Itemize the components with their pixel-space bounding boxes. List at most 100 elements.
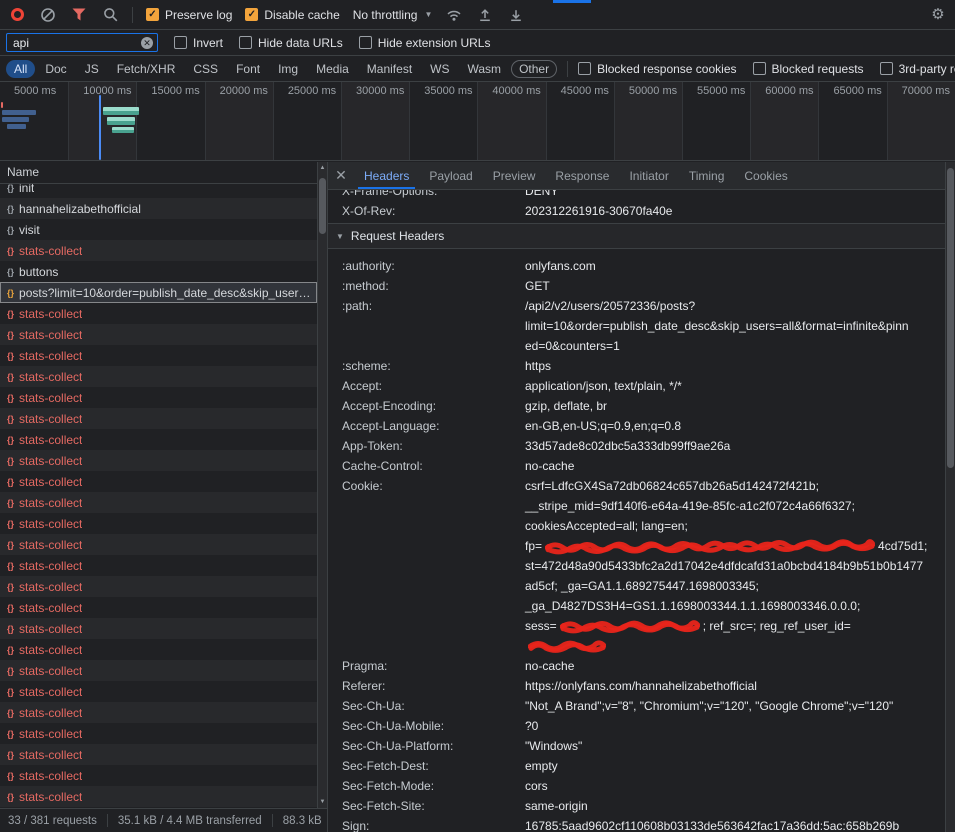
header-name: :scheme: [328, 356, 525, 376]
header-value: onlyfans.com [525, 256, 945, 276]
tab-preview[interactable]: Preview [483, 162, 546, 189]
clear-filter-icon[interactable]: ✕ [141, 37, 153, 49]
request-row[interactable]: {}stats-collect [0, 555, 317, 576]
waterfall-overview[interactable]: 5000 ms10000 ms15000 ms20000 ms25000 ms3… [0, 82, 955, 161]
overview-activity-bar [7, 124, 26, 129]
request-row[interactable]: {}stats-collect [0, 450, 317, 471]
request-row[interactable]: {}stats-collect [0, 408, 317, 429]
filter-pill-css[interactable]: CSS [185, 60, 226, 78]
tab-headers[interactable]: Headers [354, 162, 419, 189]
filter-pill-wasm[interactable]: Wasm [460, 60, 510, 78]
tab-timing[interactable]: Timing [679, 162, 735, 189]
filter-pill-all[interactable]: All [6, 60, 35, 78]
request-row[interactable]: {}stats-collect [0, 492, 317, 513]
record-button[interactable] [8, 6, 26, 24]
header-value: en-GB,en-US;q=0.9,en;q=0.8 [525, 416, 945, 436]
scrollbar-thumb[interactable] [319, 178, 326, 234]
request-row[interactable]: {}stats-collect [0, 387, 317, 408]
filter-pill-other[interactable]: Other [511, 60, 557, 78]
filter-pill-doc[interactable]: Doc [37, 60, 74, 78]
blocked-response-cookies-checkbox[interactable]: Blocked response cookies [578, 62, 736, 76]
request-name: stats-collect [19, 643, 82, 657]
request-row[interactable]: {}stats-collect [0, 471, 317, 492]
request-row[interactable]: {}stats-collect [0, 303, 317, 324]
request-row[interactable]: {}stats-collect [0, 660, 317, 681]
header-row: Accept-Encoding:gzip, deflate, br [328, 396, 945, 416]
blocked-requests-checkbox[interactable]: Blocked requests [753, 62, 864, 76]
request-row[interactable]: {}stats-collect [0, 723, 317, 744]
request-row[interactable]: {}hannahelizabethofficial [0, 198, 317, 219]
json-file-icon: {} [7, 687, 14, 697]
filter-button[interactable] [70, 6, 88, 24]
network-toolbar: Preserve log Disable cache No throttling… [0, 0, 955, 30]
type-filter-bar: AllDocJSFetch/XHRCSSFontImgMediaManifest… [0, 56, 955, 82]
request-name: stats-collect [19, 706, 82, 720]
request-name: stats-collect [19, 790, 82, 804]
tab-cookies[interactable]: Cookies [734, 162, 797, 189]
request-row[interactable]: {}stats-collect [0, 765, 317, 786]
hide-extension-urls-checkbox[interactable]: Hide extension URLs [359, 36, 491, 50]
export-har-button[interactable] [507, 6, 525, 24]
search-button[interactable] [101, 6, 119, 24]
request-name: posts?limit=10&order=publish_date_desc&s… [19, 286, 311, 300]
request-name: stats-collect [19, 370, 82, 384]
settings-gear-icon[interactable]: ⚙ [929, 6, 947, 24]
request-row[interactable]: {}stats-collect [0, 429, 317, 450]
header-row: :path:/api2/v2/users/20572336/posts?limi… [328, 296, 945, 356]
request-row[interactable]: {}posts?limit=10&order=publish_date_desc… [0, 282, 317, 303]
request-row[interactable]: {}stats-collect [0, 324, 317, 345]
import-har-button[interactable] [476, 6, 494, 24]
3rd-party-requests-checkbox[interactable]: 3rd-party requests [880, 62, 955, 76]
filter-pill-img[interactable]: Img [270, 60, 306, 78]
name-column-header[interactable]: Name [0, 162, 317, 184]
header-row: Sec-Fetch-Dest:empty [328, 756, 945, 776]
tab-payload[interactable]: Payload [419, 162, 482, 189]
filter-pill-manifest[interactable]: Manifest [359, 60, 420, 78]
filter-pill-ws[interactable]: WS [422, 60, 457, 78]
details-scrollbar[interactable] [945, 162, 955, 832]
json-file-icon: {} [7, 477, 14, 487]
overview-activity-bar [107, 117, 135, 125]
tab-initiator[interactable]: Initiator [619, 162, 678, 189]
filter-pill-font[interactable]: Font [228, 60, 268, 78]
summary-item: 88.3 kB [283, 815, 322, 827]
filter-pill-fetch-xhr[interactable]: Fetch/XHR [109, 60, 184, 78]
scroll-down-icon[interactable]: ▼ [318, 799, 327, 805]
request-row[interactable]: {}stats-collect [0, 513, 317, 534]
request-row[interactable]: {}stats-collect [0, 681, 317, 702]
request-headers-section[interactable]: ▼ Request Headers [328, 223, 945, 249]
network-conditions-button[interactable] [445, 6, 463, 24]
filter-pill-js[interactable]: JS [77, 60, 107, 78]
request-row[interactable]: {}visit [0, 219, 317, 240]
request-row[interactable]: {}stats-collect [0, 597, 317, 618]
header-row: Accept:application/json, text/plain, */* [328, 376, 945, 396]
request-row[interactable]: {}stats-collect [0, 345, 317, 366]
preserve-log-checkbox[interactable]: Preserve log [146, 8, 232, 22]
invert-checkbox[interactable]: Invert [174, 36, 223, 50]
request-list-scrollbar[interactable]: ▲ ▼ [317, 162, 327, 808]
disable-cache-checkbox[interactable]: Disable cache [245, 8, 339, 22]
hide-data-urls-checkbox[interactable]: Hide data URLs [239, 36, 343, 50]
request-row[interactable]: {}stats-collect [0, 702, 317, 723]
request-row[interactable]: {}stats-collect [0, 366, 317, 387]
throttling-select[interactable]: No throttling ▼ [353, 8, 433, 22]
clear-button[interactable] [39, 6, 57, 24]
request-row[interactable]: {}stats-collect [0, 786, 317, 807]
request-row[interactable]: {}buttons [0, 261, 317, 282]
tab-response[interactable]: Response [545, 162, 619, 189]
scroll-up-icon[interactable]: ▲ [318, 165, 327, 171]
request-row[interactable]: {}stats-collect [0, 576, 317, 597]
close-details-icon[interactable]: ✕ [328, 162, 354, 189]
request-row[interactable]: {}stats-collect [0, 639, 317, 660]
request-row[interactable]: {}stats-collect [0, 618, 317, 639]
request-row[interactable]: {}stats-collect [0, 534, 317, 555]
scrollbar-thumb[interactable] [947, 168, 954, 468]
request-row[interactable]: {}init [0, 184, 317, 198]
devtools-network-panel: Preserve log Disable cache No throttling… [0, 0, 955, 832]
filter-input[interactable] [11, 35, 137, 51]
request-row[interactable]: {}stats-collect [0, 744, 317, 765]
active-tab-indicator [553, 0, 591, 3]
json-file-icon: {} [7, 519, 14, 529]
filter-pill-media[interactable]: Media [308, 60, 357, 78]
request-row[interactable]: {}stats-collect [0, 240, 317, 261]
